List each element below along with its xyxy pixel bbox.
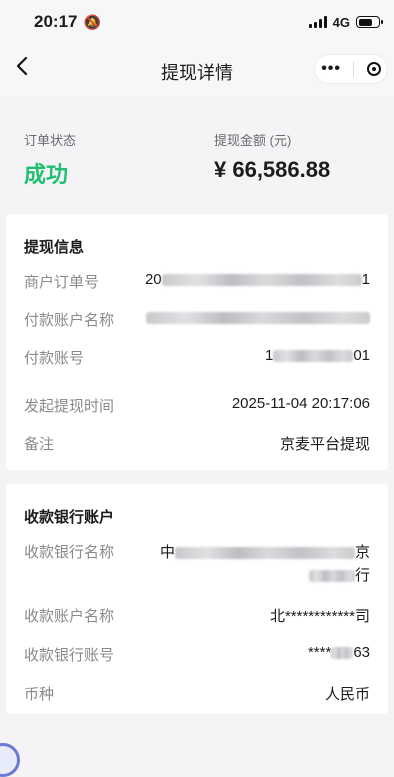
redacted-blur [174, 547, 355, 560]
status-summary: 订单状态 成功 提现金额 (元) ¥ 66,586.88 [0, 98, 394, 200]
section-title: 提现信息 [24, 239, 85, 256]
bank-row-bank-name: 收款银行名称 中 京 行 [24, 541, 370, 587]
capsule-divider [353, 61, 355, 77]
redacted-blur [146, 312, 370, 325]
bank-row-account-name: 收款账户名称 北************司 [24, 605, 370, 626]
value-prefix: 20 [144, 271, 162, 288]
row-value: 京麦平台提现 [279, 436, 370, 453]
floating-avatar[interactable] [0, 743, 20, 777]
row-value: 北************司 [269, 608, 370, 625]
status-indicators: 4G [308, 14, 383, 30]
row-value: 20 1 [145, 271, 370, 288]
redacted-blur [308, 570, 355, 583]
bank-row-currency: 币种 人民币 [24, 683, 370, 704]
row-key: 发起提现时间 [24, 398, 115, 415]
time-text: 20:17 [34, 12, 78, 31]
order-status: 订单状态 成功 [24, 130, 76, 189]
row-value: **** 63 [308, 644, 370, 661]
info-row-payer-account: 付款账号 1 01 [24, 347, 370, 368]
signal-icon [308, 16, 327, 28]
value-prefix: 1 [264, 347, 274, 364]
withdraw-amount-label: 提现金额 (元) [214, 133, 292, 148]
miniapp-capsule: ••• [314, 54, 388, 84]
status-bar: 20:17 🔕 4G [0, 0, 394, 44]
row-value: 2025-11-04 20:17:06 [231, 395, 370, 412]
row-value [146, 309, 370, 326]
status-time: 20:17 🔕 [34, 12, 101, 32]
order-status-label: 订单状态 [24, 133, 77, 148]
value-suffix: 京 [354, 544, 370, 561]
row-value: 人民币 [324, 686, 370, 703]
value-suffix: 1 [361, 271, 370, 288]
close-target-button[interactable] [366, 62, 381, 76]
row-key: 币种 [24, 686, 55, 703]
order-status-value: 成功 [24, 162, 69, 187]
more-button[interactable]: ••• [321, 60, 341, 78]
value-prefix: **** [307, 644, 332, 661]
value-suffix: 01 [353, 347, 370, 364]
row-key: 备注 [24, 436, 55, 453]
redacted-blur [331, 647, 354, 660]
section-title: 收款银行账户 [24, 509, 115, 526]
network-type: 4G [332, 14, 350, 30]
row-key: 付款账号 [24, 350, 85, 367]
row-key: 付款账户名称 [24, 312, 115, 329]
redacted-blur [161, 274, 362, 287]
row-value: 1 01 [265, 347, 370, 364]
row-key: 收款银行名称 [24, 544, 115, 561]
withdraw-info-card: 提现信息 商户订单号 20 1 付款账户名称 付款账号 1 01 发起提现时间 20… [6, 214, 388, 470]
bell-slash-icon: 🔕 [83, 13, 101, 30]
nav-bar: 提现详情 ••• [0, 44, 394, 96]
info-row-withdraw-time: 发起提现时间 2025-11-04 20:17:06 [24, 395, 370, 416]
value-prefix: 中 [159, 544, 175, 561]
withdraw-amount-value: ¥ 66,586.88 [214, 157, 331, 182]
value-suffix: 行 [354, 567, 370, 584]
withdraw-amount: 提现金额 (元) ¥ 66,586.88 [214, 130, 330, 183]
row-value: 中 京 行 [160, 541, 370, 587]
bank-account-card: 收款银行账户 收款银行名称 中 京 行 收款账户名称 北************司… [6, 484, 388, 714]
row-key: 收款银行账号 [24, 647, 115, 664]
redacted-blur [273, 350, 354, 363]
bank-row-account-number: 收款银行账号 **** 63 [24, 644, 370, 665]
battery-icon [356, 16, 383, 28]
info-row-payer-name: 付款账户名称 [24, 309, 370, 330]
row-key: 商户订单号 [24, 274, 100, 291]
value-suffix: 63 [353, 644, 370, 661]
info-row-merchant-order: 商户订单号 20 1 [24, 271, 370, 292]
row-key: 收款账户名称 [24, 608, 115, 625]
info-row-remark: 备注 京麦平台提现 [24, 433, 370, 454]
